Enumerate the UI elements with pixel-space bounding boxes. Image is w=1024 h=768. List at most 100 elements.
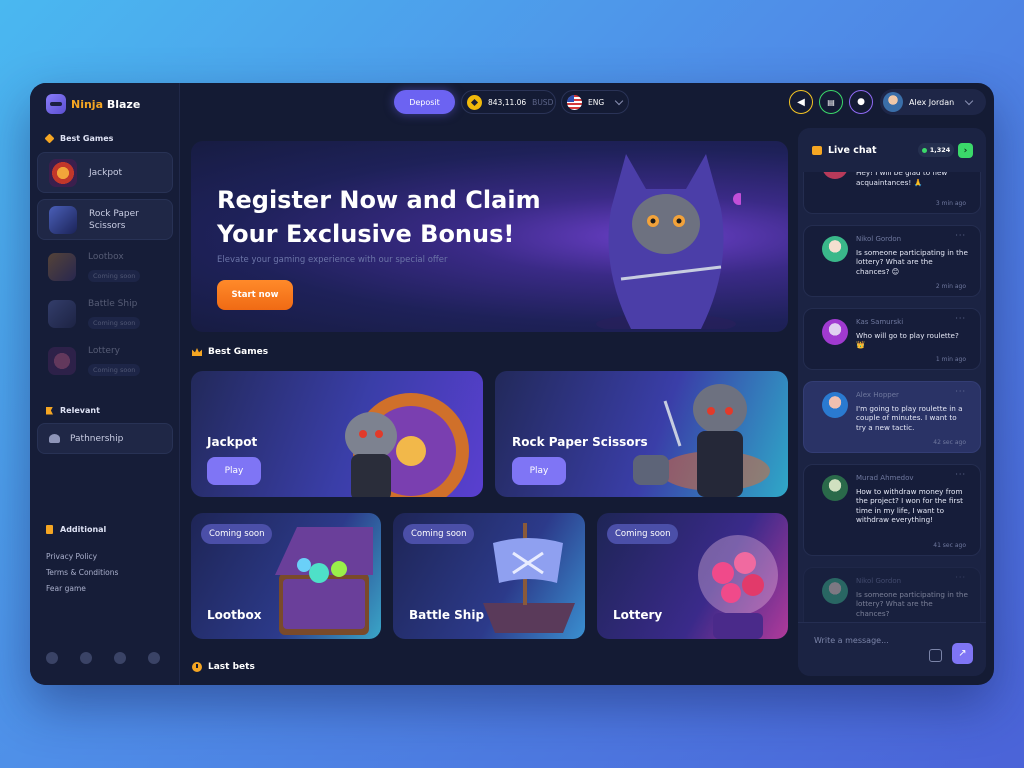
chevron-down-icon [614, 96, 624, 105]
game-card-lootbox[interactable]: Coming soon Lootbox [191, 513, 381, 639]
expand-chat-button[interactable]: › [958, 143, 973, 158]
avatar [822, 578, 848, 604]
more-options-icon[interactable]: ··· [955, 387, 966, 397]
twitter-icon[interactable] [46, 652, 58, 664]
user-name: Alex Jordan [909, 97, 955, 107]
social-links [46, 652, 160, 664]
flag-icon [46, 406, 53, 415]
balance-display[interactable]: 843,11.06 BUSD [461, 90, 556, 114]
chat-title: Live chat [828, 144, 877, 156]
diamond-icon [44, 133, 55, 144]
start-now-button[interactable]: Start now [217, 280, 293, 310]
more-options-icon[interactable]: ··· [955, 573, 966, 583]
sidebar-item-rock-paper-scissors[interactable]: Rock Paper Scissors [37, 199, 173, 240]
discord-icon[interactable] [148, 652, 160, 664]
sidebar-item-jackpot[interactable]: Jackpot [37, 152, 173, 193]
message-author: Nikol Gordon [856, 577, 902, 585]
message-input[interactable]: Write a message... [814, 636, 889, 645]
language-selector[interactable]: ENG [561, 90, 629, 114]
game-title: Lootbox [207, 608, 262, 622]
coming-soon-badge: Coming soon [88, 270, 141, 282]
more-options-icon[interactable]: ··· [955, 231, 966, 241]
fair-game-link[interactable]: Fear game [46, 581, 118, 597]
sidebar-item-lottery[interactable]: Lottery Coming soon [37, 340, 173, 381]
lottery-machine-illustration [698, 535, 778, 639]
sidebar-item-lootbox[interactable]: Lootbox Coming soon [37, 246, 173, 287]
emoji-icon[interactable] [929, 649, 942, 662]
lottery-thumbnail [48, 346, 76, 375]
last-bets-heading: Last bets [192, 662, 255, 672]
us-flag-icon [567, 94, 582, 110]
notifications-button[interactable]: ● [849, 90, 873, 114]
play-button[interactable]: Play [207, 457, 261, 485]
message-text: Is someone participating in the lottery?… [856, 247, 968, 276]
sidebar: Ninja Blaze Best Games Jackpot Rock Pape… [30, 83, 180, 685]
more-options-icon[interactable]: ··· [955, 314, 966, 324]
game-title: Lottery [613, 608, 663, 622]
chat-message: ··· Nikol Gordon Is someone participatin… [803, 225, 981, 297]
game-card-battle-ship[interactable]: Coming soon Battle Ship [393, 513, 585, 639]
message-author: Murad Ahmedov [856, 474, 914, 482]
message-text: Who will go to play roulette? 👑 [856, 330, 959, 350]
logo[interactable]: Ninja Blaze [46, 94, 140, 114]
game-card-lottery[interactable]: Coming soon Lottery [597, 513, 788, 639]
facebook-icon[interactable] [114, 652, 126, 664]
chevron-down-icon [964, 96, 974, 105]
sidebar-item-label: Rock Paper Scissors [89, 208, 139, 231]
game-title: Rock Paper Scissors [512, 435, 648, 449]
users-icon [49, 434, 60, 443]
top-bar: Deposit 843,11.06 BUSD ENG ◀ ▤ ● Alex Jo… [180, 83, 994, 121]
coming-soon-badge: Coming soon [88, 364, 141, 376]
language-label: ENG [588, 97, 605, 107]
jackpot-illustration [345, 393, 469, 497]
live-chat-panel: Hey! I will be glad to new acquaintances… [798, 128, 986, 676]
busd-coin-icon [467, 94, 482, 110]
terms-link[interactable]: Terms & Conditions [46, 565, 118, 581]
battle-ship-thumbnail [48, 299, 76, 328]
online-dot-icon [921, 147, 927, 153]
privacy-policy-link[interactable]: Privacy Policy [46, 549, 118, 565]
game-title: Battle Ship [409, 608, 485, 622]
banner-subtitle: Elevate your gaming experience with our … [217, 255, 448, 265]
sidebar-item-battle-ship[interactable]: Battle Ship Coming soon [37, 293, 173, 334]
send-arrow-icon: ↗ [958, 648, 967, 659]
game-card-jackpot[interactable]: Jackpot Play [191, 371, 483, 497]
chat-message: ··· Kas Samurski Who will go to play rou… [803, 308, 981, 370]
more-options-icon[interactable]: ··· [955, 470, 966, 480]
banner-title: Register Now and Claim Your Exclusive Bo… [217, 186, 541, 248]
message-time: 2 min ago [935, 282, 966, 290]
chat-bubble-icon [812, 145, 822, 155]
online-count: 1,324 [918, 143, 954, 157]
crown-icon [192, 348, 202, 356]
sidebar-item-partnership[interactable]: Pathnership [37, 423, 173, 454]
coming-soon-badge: Coming soon [201, 524, 273, 544]
avatar [822, 236, 848, 262]
coming-soon-badge: Coming soon [607, 524, 679, 544]
balance-amount: 843,11.06 [488, 97, 527, 107]
sidebar-item-label: Battle Ship [88, 299, 138, 309]
sidebar-item-label: Lootbox [88, 252, 124, 262]
telegram-icon[interactable] [80, 652, 92, 664]
message-time: 42 sec ago [933, 438, 966, 446]
balance-currency: BUSD [532, 97, 554, 107]
bell-icon: ● [857, 97, 865, 107]
lootbox-thumbnail [48, 252, 76, 281]
sound-button[interactable]: ◀ [789, 90, 813, 114]
sidebar-additional-title: Additional [46, 525, 106, 534]
send-button[interactable]: ↗ [952, 643, 973, 664]
message-author: Kas Samurski [856, 318, 904, 326]
deposit-button[interactable]: Deposit [394, 90, 455, 114]
play-button[interactable]: Play [512, 457, 566, 485]
coming-soon-badge: Coming soon [88, 317, 141, 329]
messages-button[interactable]: ▤ [819, 90, 843, 114]
message-time: 41 sec ago [933, 541, 966, 549]
sidebar-best-games-title: Best Games [44, 133, 113, 144]
user-menu[interactable]: Alex Jordan [880, 89, 986, 115]
ninja-logo-icon [46, 94, 66, 114]
rps-thumbnail [49, 205, 77, 234]
treasure-chest-illustration [275, 527, 373, 635]
chat-header: Live chat 1,324 › [798, 128, 986, 172]
game-card-rock-paper-scissors[interactable]: Rock Paper Scissors Play [495, 371, 788, 497]
speaker-icon: ◀ [797, 96, 805, 108]
message-author: Nikol Gordon [856, 235, 902, 243]
